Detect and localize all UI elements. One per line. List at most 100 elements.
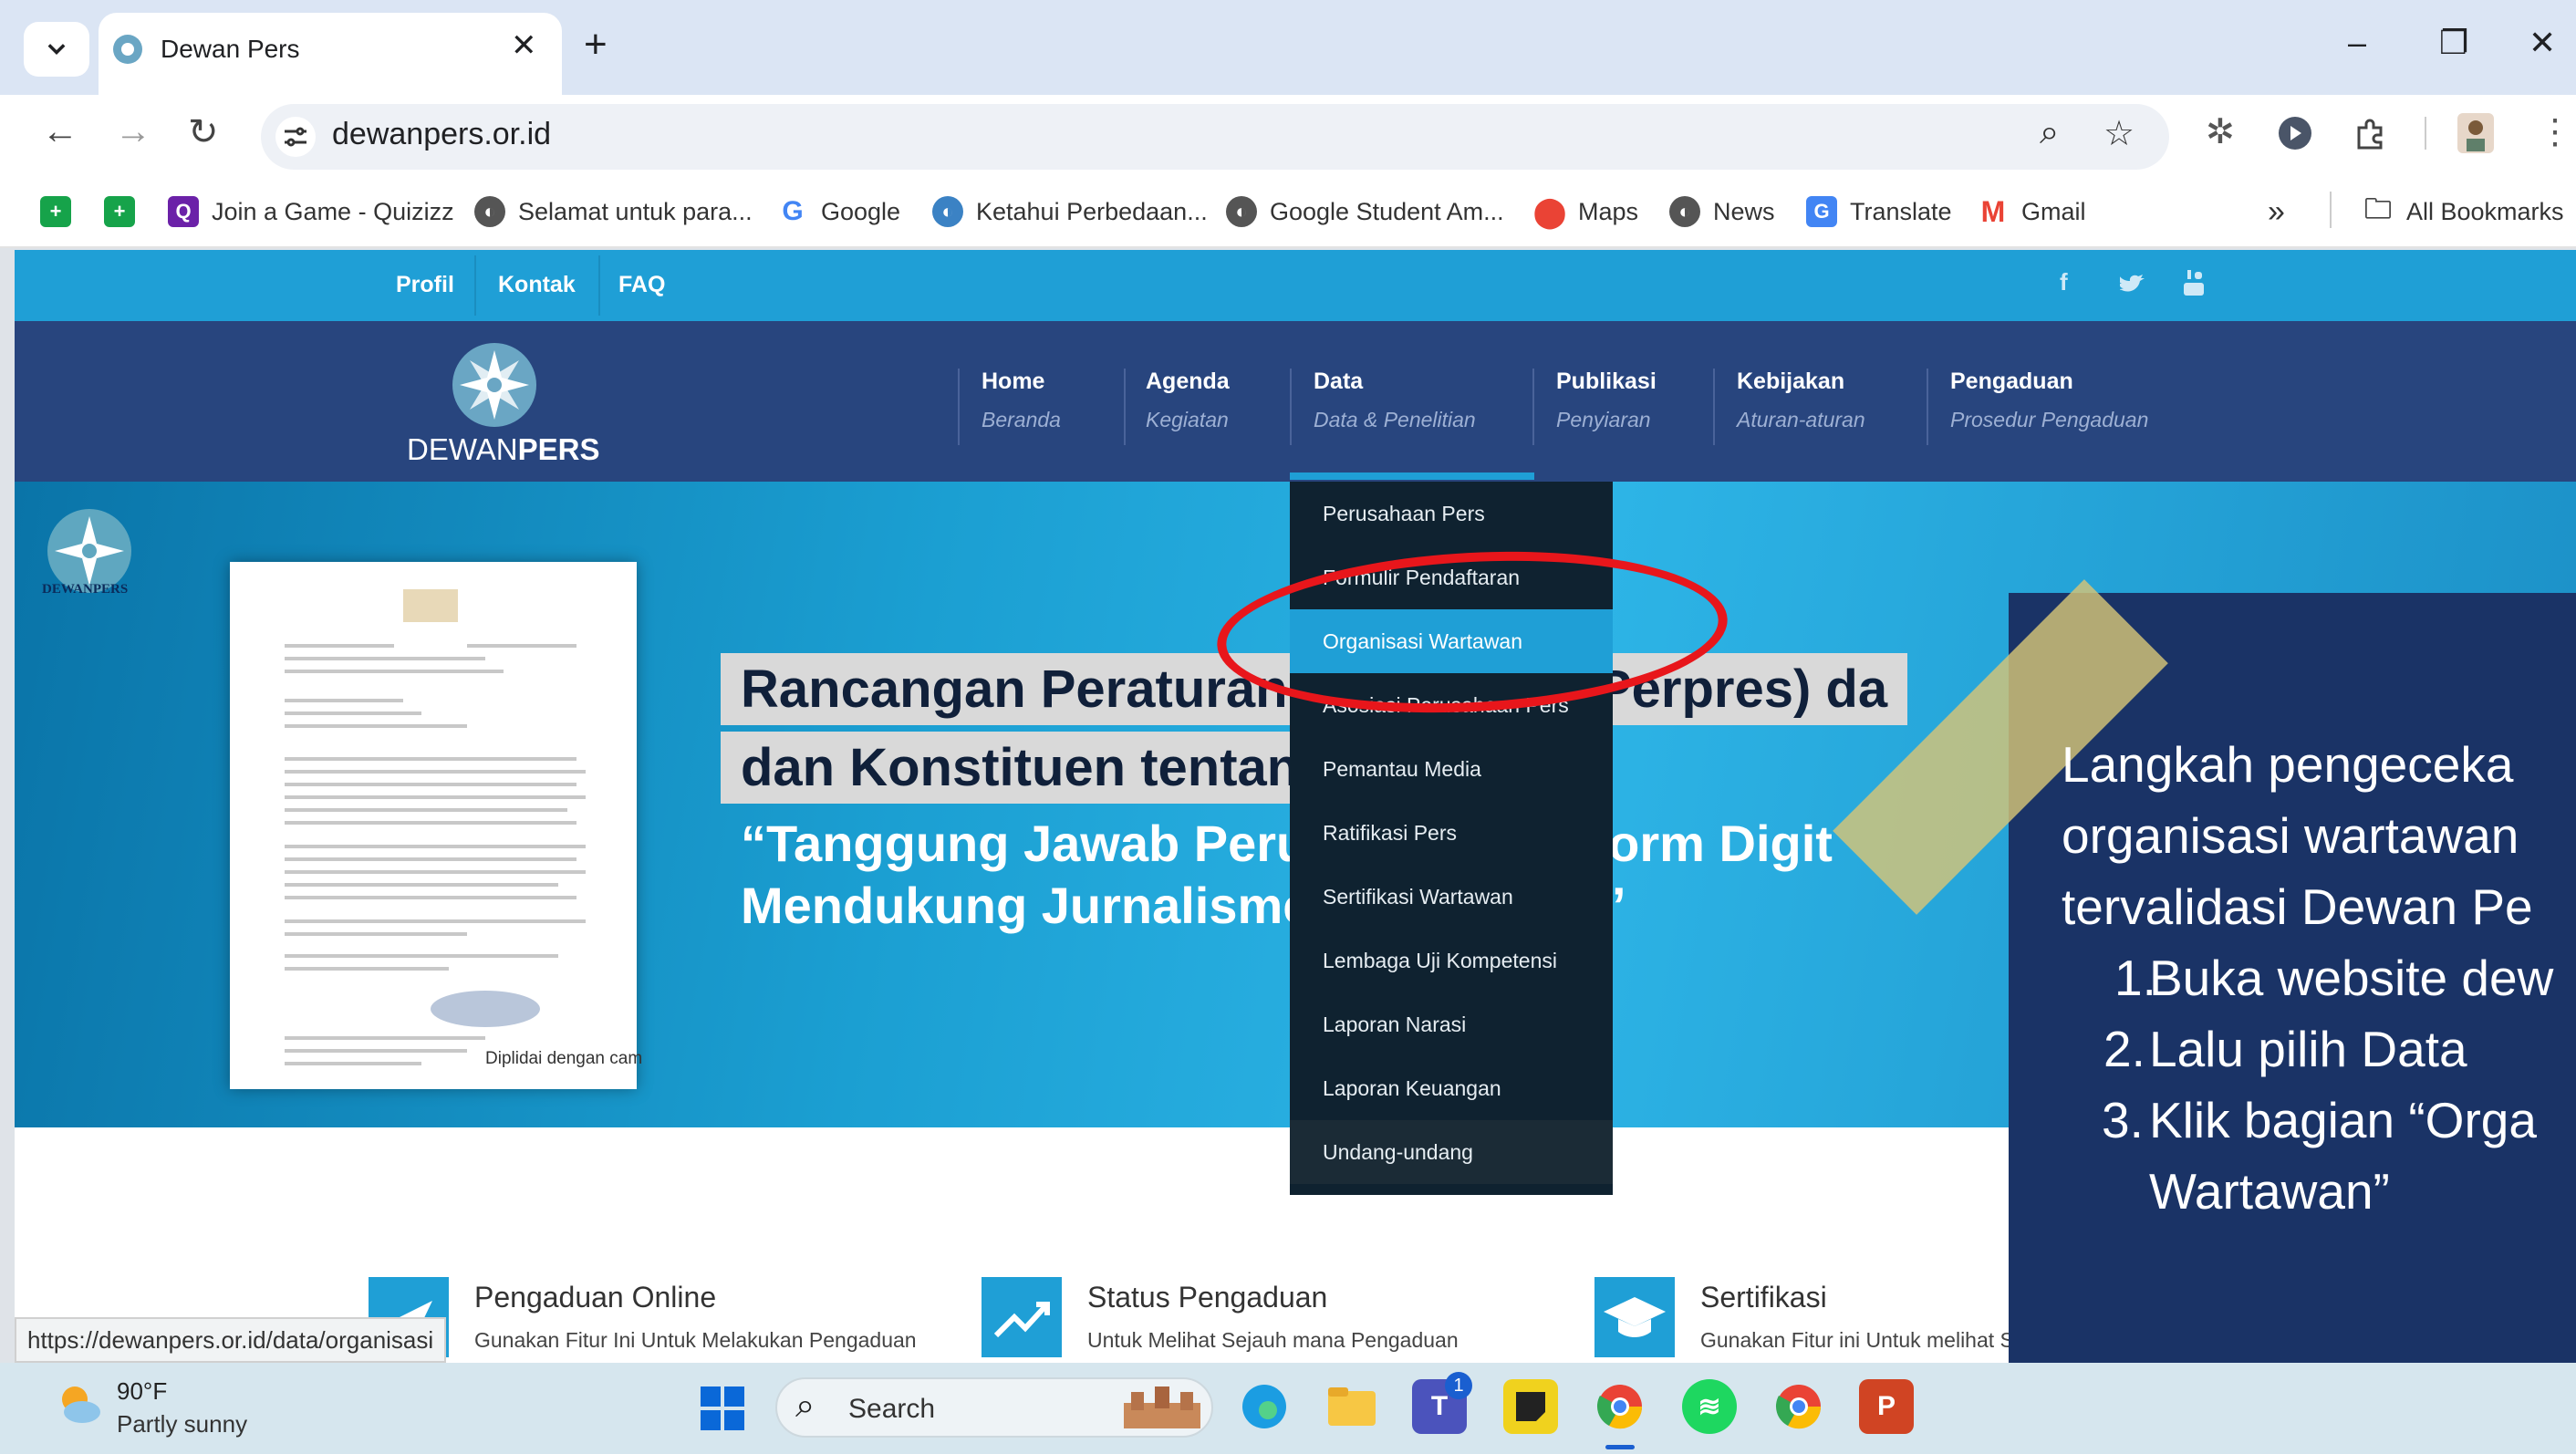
- sticky-notes-icon[interactable]: [1503, 1379, 1558, 1434]
- nav-item-publikasi[interactable]: Publikasi Penyiaran: [1556, 369, 1657, 432]
- menu-item-undang-undang[interactable]: Undang-undang: [1290, 1120, 1613, 1184]
- menu-item-ratifikasi-pers[interactable]: Ratifikasi Pers: [1290, 801, 1613, 865]
- bookmark-translate[interactable]: G Translate: [1806, 193, 1952, 230]
- extensions-puzzle-icon[interactable]: [2352, 115, 2388, 151]
- close-window-icon[interactable]: ✕: [2529, 24, 2556, 62]
- panel-line-1: Langkah pengeceka: [2062, 736, 2514, 793]
- twitter-icon[interactable]: [2120, 272, 2147, 296]
- chrome-profile-icon[interactable]: [1771, 1379, 1826, 1434]
- reload-icon[interactable]: ↻: [188, 111, 219, 153]
- nav-item-pengaduan[interactable]: Pengaduan Prosedur Pengaduan: [1950, 369, 2148, 432]
- nav-divider: [1532, 369, 1534, 445]
- bookmark-gmail[interactable]: M Gmail: [1978, 193, 2086, 230]
- menu-item-laporan-narasi[interactable]: Laporan Narasi: [1290, 992, 1613, 1056]
- letter-caption: Diplidai dengan cam: [485, 1049, 643, 1068]
- bookmark-selamat[interactable]: ◐ Selamat untuk para...: [474, 193, 753, 230]
- weather-desc[interactable]: Partly sunny: [117, 1410, 247, 1438]
- youtube-icon[interactable]: [2182, 268, 2206, 297]
- bookmark-quizizz[interactable]: Q Join a Game - Quizizz: [168, 193, 454, 230]
- close-tab-icon[interactable]: ✕: [511, 27, 537, 64]
- extension-bug-icon[interactable]: ✲: [2206, 111, 2235, 152]
- chart-up-icon[interactable]: [982, 1277, 1062, 1357]
- site-header: [15, 321, 2576, 482]
- bookmark-label: Join a Game - Quizizz: [212, 197, 454, 225]
- profile-avatar[interactable]: [2457, 113, 2494, 153]
- bookmark-item[interactable]: +: [40, 193, 84, 230]
- google-icon: G: [782, 196, 804, 226]
- menu-item-lembaga-uji-kompetensi[interactable]: Lembaga Uji Kompetensi: [1290, 929, 1613, 992]
- logo-text-light: DEWAN: [407, 432, 518, 466]
- minimize-icon[interactable]: –: [2348, 24, 2366, 62]
- bookmark-maps[interactable]: ⬤ Maps: [1533, 193, 1638, 230]
- bookmark-news[interactable]: ◐ News: [1669, 193, 1775, 230]
- facebook-icon[interactable]: f: [2060, 268, 2068, 296]
- new-tab-button[interactable]: +: [584, 22, 608, 68]
- menu-item-laporan-keuangan[interactable]: Laporan Keuangan: [1290, 1056, 1613, 1120]
- bookmark-item[interactable]: +: [104, 193, 148, 230]
- nav-item-data[interactable]: Data Data & Penelitian: [1314, 369, 1476, 432]
- globe-icon: ◐: [1226, 196, 1257, 227]
- graduation-cap-icon[interactable]: [1594, 1277, 1675, 1357]
- feature-title-status-pengaduan[interactable]: Status Pengaduan: [1087, 1281, 1327, 1314]
- url-text[interactable]: dewanpers.or.id: [332, 117, 551, 152]
- nav-subtitle: Kegiatan: [1146, 408, 1229, 431]
- bookmark-star-icon[interactable]: ☆: [2103, 113, 2135, 154]
- green-plus-icon: +: [40, 196, 71, 227]
- bookmark-google-student[interactable]: ◐ Google Student Am...: [1226, 193, 1504, 230]
- feature-title-pengaduan-online[interactable]: Pengaduan Online: [474, 1281, 716, 1314]
- powerpoint-icon[interactable]: P: [1859, 1379, 1914, 1434]
- top-link-faq[interactable]: FAQ: [618, 272, 665, 298]
- nav-divider: [1124, 369, 1126, 445]
- profile-extension-icon[interactable]: [2277, 115, 2313, 151]
- feature-title-sertifikasi[interactable]: Sertifikasi: [1700, 1281, 1827, 1314]
- search-icon: ⌕: [795, 1386, 815, 1425]
- bookmark-google[interactable]: G Google: [777, 193, 900, 230]
- panel-step-3: Klik bagian “Orga: [2149, 1092, 2537, 1148]
- spotify-icon[interactable]: ≋: [1682, 1379, 1737, 1434]
- tab-search-button[interactable]: [24, 22, 89, 77]
- feature-desc: Gunakan Fitur ini Untuk melihat S: [1700, 1328, 2014, 1352]
- bookmark-label: Selamat untuk para...: [518, 197, 753, 225]
- zoom-icon[interactable]: ⌕: [2040, 113, 2059, 152]
- chrome-icon[interactable]: [1593, 1379, 1647, 1434]
- bookmark-ketahui[interactable]: ◐ Ketahui Perbedaan...: [932, 193, 1208, 230]
- top-link-profil[interactable]: Profil: [396, 272, 454, 298]
- nav-title: Data: [1314, 369, 1364, 394]
- nav-item-agenda[interactable]: Agenda Kegiatan: [1146, 369, 1230, 432]
- forward-arrow-icon[interactable]: →: [115, 111, 151, 152]
- menu-item-sertifikasi-wartawan[interactable]: Sertifikasi Wartawan: [1290, 865, 1613, 929]
- back-arrow-icon[interactable]: ←: [42, 111, 78, 152]
- nav-title: Home: [982, 369, 1045, 394]
- more-bookmarks-button[interactable]: »: [2268, 193, 2285, 230]
- file-explorer-icon[interactable]: [1324, 1379, 1379, 1434]
- nav-divider: [1713, 369, 1715, 445]
- restore-icon[interactable]: ❐: [2439, 24, 2468, 62]
- edge-icon[interactable]: [1237, 1379, 1292, 1434]
- site-info-icon[interactable]: [274, 115, 317, 159]
- nav-title: Publikasi: [1556, 369, 1657, 394]
- nav-subtitle: Aturan-aturan: [1737, 408, 1865, 431]
- nav-title: Pengaduan: [1950, 369, 2073, 394]
- nav-divider: [1927, 369, 1928, 445]
- globe-icon: ◐: [932, 196, 963, 227]
- nav-title: Agenda: [1146, 369, 1230, 394]
- active-nav-underline: [1290, 473, 1534, 480]
- toolbar-divider: [2425, 117, 2426, 150]
- nav-item-kebijakan[interactable]: Kebijakan Aturan-aturan: [1737, 369, 1865, 432]
- all-bookmarks-button[interactable]: 🗀 All Bookmarks: [2363, 193, 2564, 230]
- top-link-kontak[interactable]: Kontak: [498, 272, 576, 298]
- search-highlight-image-icon: [1124, 1386, 1200, 1428]
- menu-item-perusahaan-pers[interactable]: Perusahaan Pers: [1290, 482, 1613, 545]
- logo-text[interactable]: DEWANPERS: [407, 432, 599, 467]
- dewanpers-logo-icon[interactable]: [451, 341, 538, 429]
- folder-icon: 🗀: [2364, 193, 2392, 224]
- nav-item-home[interactable]: Home Beranda: [982, 369, 1061, 432]
- weather-temp[interactable]: 90°F: [117, 1377, 167, 1406]
- weather-sun-icon[interactable]: [53, 1377, 104, 1428]
- menu-kebab-icon[interactable]: ⋮: [2538, 111, 2572, 152]
- menu-item-pemantau-media[interactable]: Pemantau Media: [1290, 737, 1613, 801]
- nav-divider: [1290, 369, 1292, 445]
- bookmark-label: Gmail: [2021, 197, 2086, 225]
- bookmark-label: Translate: [1850, 197, 1952, 225]
- windows-start-icon[interactable]: [699, 1385, 746, 1432]
